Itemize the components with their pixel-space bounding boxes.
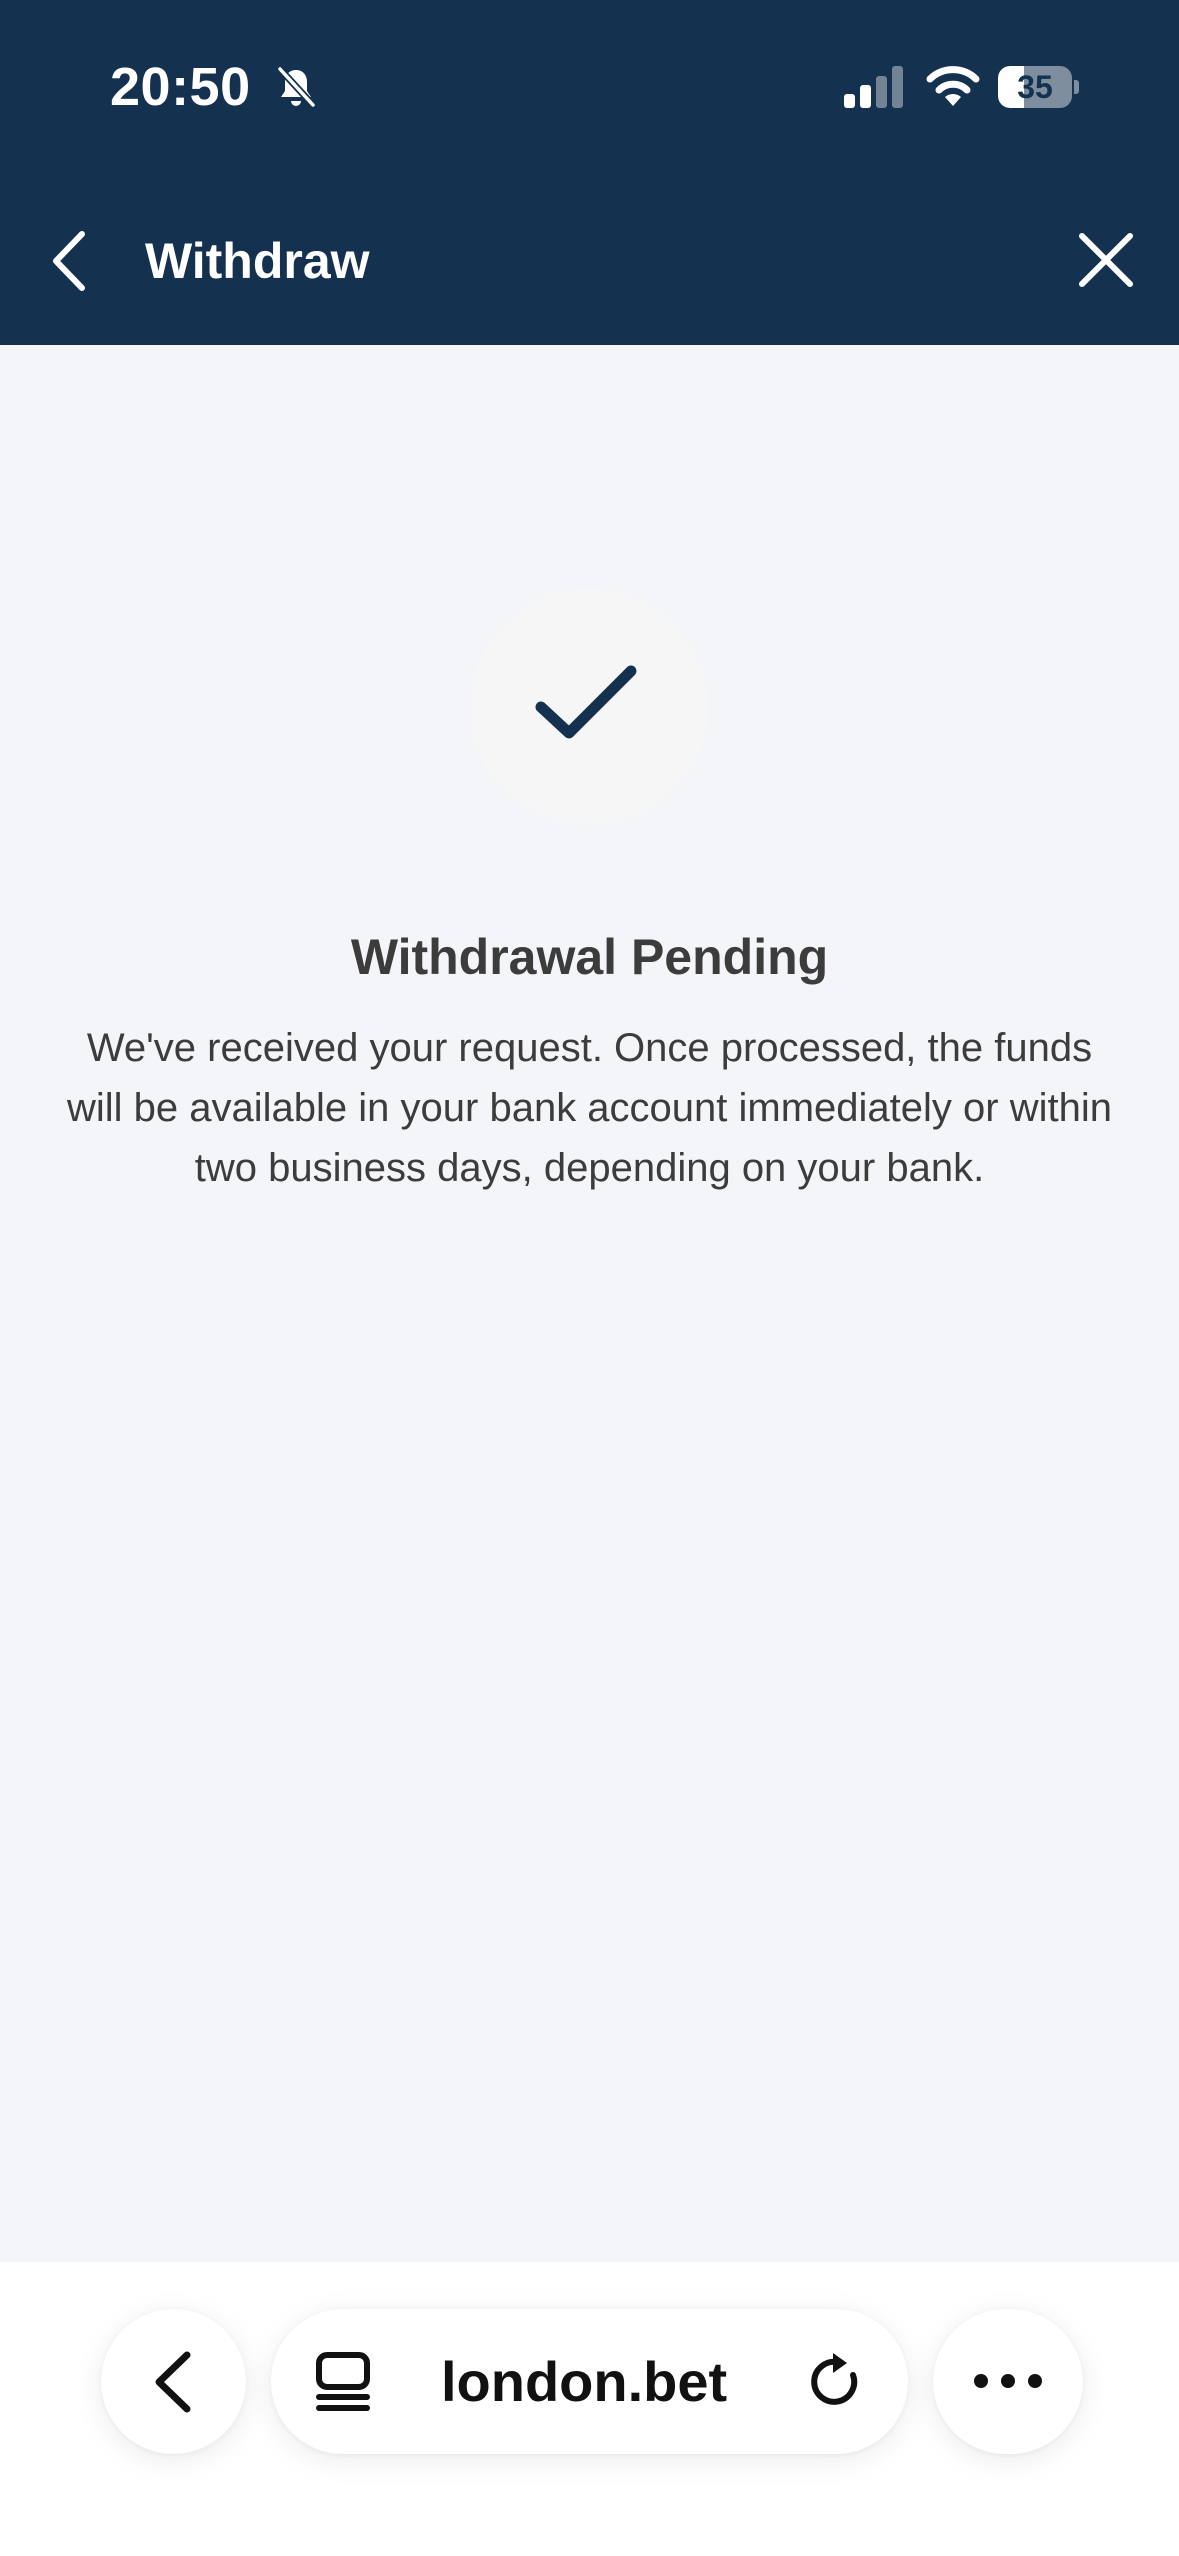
- more-button[interactable]: [933, 2309, 1083, 2454]
- chevron-left-icon: [155, 2351, 191, 2413]
- tabs-icon: [316, 2352, 370, 2411]
- battery-body: 35: [998, 66, 1072, 108]
- more-icon: [974, 2374, 1042, 2388]
- bell-slash-icon: [277, 66, 316, 108]
- browser-toolbar: london.bet: [0, 2262, 1179, 2556]
- header: 20:50 35 Withdraw: [0, 0, 1179, 345]
- checkmark-icon: [535, 665, 637, 739]
- status-message: We've received your request. Once proces…: [67, 1026, 1112, 1190]
- address-bar[interactable]: london.bet: [271, 2309, 908, 2454]
- close-button[interactable]: [1076, 230, 1136, 290]
- signal-icon: [844, 66, 903, 108]
- battery-cap: [1074, 80, 1079, 94]
- status-title: Withdrawal Pending: [350, 929, 829, 985]
- page-title: Withdraw: [145, 233, 370, 289]
- battery-level: 35: [1017, 69, 1053, 105]
- status-time: 20:50: [110, 57, 251, 117]
- success-badge: [470, 588, 708, 826]
- reload-icon[interactable]: [807, 2353, 865, 2411]
- back-button[interactable]: [46, 226, 96, 296]
- url-text: london.bet: [441, 2350, 728, 2413]
- wifi-icon: [926, 66, 980, 106]
- screen: 20:50 35 Withdraw Withdrawal Pending We'…: [0, 0, 1179, 2556]
- battery-icon: 35: [998, 66, 1079, 108]
- browser-back-button[interactable]: [101, 2309, 246, 2454]
